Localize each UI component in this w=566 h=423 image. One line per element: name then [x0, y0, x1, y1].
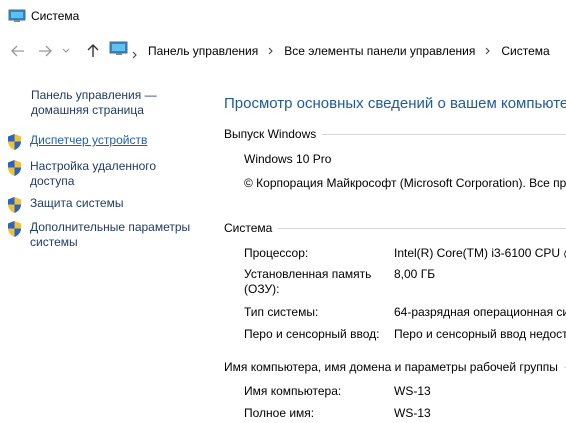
full-name-label: Полное имя: [244, 406, 315, 420]
window-title: Система [31, 9, 80, 23]
forward-arrow-icon [39, 45, 52, 57]
sidebar-item-label: Диспетчер устройств [30, 133, 148, 147]
breadcrumb-control-panel[interactable]: Панель управления [148, 44, 258, 58]
up-arrow-icon [87, 44, 99, 57]
sidebar-item-label: Настройка удаленного доступа [30, 159, 157, 188]
section-windows-edition: Выпуск Windows [224, 127, 566, 141]
breadcrumb: Панель управления Все элементы панели уп… [148, 44, 550, 58]
computer-name-label: Имя компьютера: [244, 384, 342, 398]
forward-button[interactable] [36, 42, 54, 60]
sidebar-item-remote-settings[interactable]: Настройка удаленного доступа [6, 159, 195, 189]
section-title: Система [224, 221, 273, 235]
pen-touch-value: Перо и сенсорный ввод недоступны [394, 327, 566, 341]
uac-shield-icon [8, 134, 21, 150]
breadcrumb-system[interactable]: Система [501, 44, 549, 58]
section-title: Имя компьютера, имя домена и параметры р… [224, 360, 558, 374]
computer-name-value: WS-13 [394, 384, 431, 398]
sidebar-item-device-manager[interactable]: Диспетчер устройств [6, 133, 195, 151]
sidebar-item-system-protection[interactable]: Защита системы [6, 196, 195, 214]
breadcrumb-separator-icon[interactable] [268, 44, 274, 58]
up-button[interactable] [84, 42, 102, 60]
processor-label: Процессор: [244, 246, 309, 260]
back-arrow-icon [11, 45, 24, 57]
page-title: Просмотр основных сведений о вашем компь… [224, 95, 566, 112]
address-chevron-icon [132, 46, 138, 64]
memory-label: Установленная память (ОЗУ): [244, 267, 372, 296]
full-name-value: WS-13 [394, 406, 431, 420]
sidebar-item-label: Дополнительные параметры системы [30, 220, 191, 249]
sidebar-item-advanced-settings[interactable]: Дополнительные параметры системы [6, 220, 195, 250]
system-type-value: 64-разрядная операционная система [394, 305, 566, 319]
windows-edition-name: Windows 10 Pro [244, 152, 332, 166]
memory-value: 8,00 ГБ [394, 267, 436, 281]
copyright-text: © Корпорация Майкрософт (Microsoft Corpo… [244, 176, 566, 190]
system-type-label: Тип системы: [244, 305, 319, 319]
uac-shield-icon [8, 221, 21, 237]
section-title: Выпуск Windows [224, 127, 317, 141]
pen-touch-label: Перо и сенсорный ввод: [244, 327, 380, 341]
title-bar: Система [0, 0, 566, 32]
chevron-down-icon [62, 48, 70, 53]
control-panel-home-link[interactable]: Панель управления — домашняя страница [31, 88, 191, 118]
section-divider [278, 227, 566, 229]
section-computer-name: Имя компьютера, имя домена и параметры р… [224, 360, 566, 374]
breadcrumb-all-items[interactable]: Все элементы панели управления [284, 44, 475, 58]
uac-shield-icon [8, 160, 21, 176]
section-system: Система [224, 221, 566, 235]
system-monitor-icon [8, 9, 26, 28]
control-panel-icon [109, 41, 129, 62]
recent-pages-button[interactable] [59, 42, 73, 60]
breadcrumb-separator-icon[interactable] [485, 44, 491, 58]
main-content: Просмотр основных сведений о вашем компь… [210, 69, 566, 423]
address-bar-row: Панель управления Все элементы панели уп… [0, 33, 566, 69]
processor-value: Intel(R) Core(TM) i3-6100 CPU @ 3.70GHz [394, 246, 566, 260]
uac-shield-icon [8, 197, 21, 213]
back-button[interactable] [9, 42, 27, 60]
sidebar-item-label: Защита системы [30, 196, 124, 210]
section-divider [322, 133, 566, 135]
address-field[interactable]: Панель управления Все элементы панели уп… [106, 37, 566, 63]
left-pane: Панель управления — домашняя страница Ди… [0, 69, 210, 423]
